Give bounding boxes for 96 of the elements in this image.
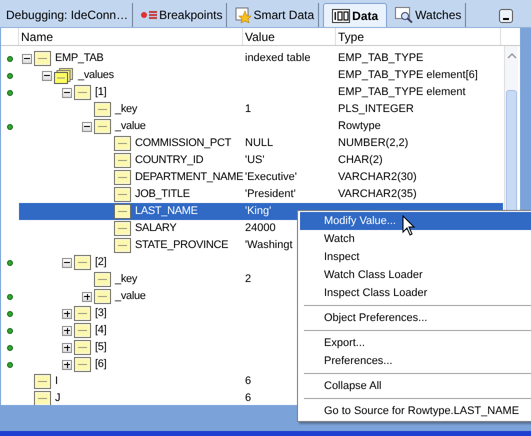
node-name[interactable]: _key — [115, 101, 138, 118]
node-type: EMP_TAB_TYPE — [338, 52, 424, 64]
panel-tab[interactable]: Watches — [391, 3, 466, 27]
node-name[interactable]: DEPARTMENT_NAME — [135, 169, 244, 186]
menu-item[interactable]: Go to Source for Rowtype.LAST_NAME — [300, 402, 531, 420]
node-type: VARCHAR2(35) — [338, 188, 417, 200]
field-icon — [34, 374, 51, 389]
field-icon — [114, 170, 131, 185]
node-name[interactable]: [2] — [95, 254, 106, 271]
collapse-toggle[interactable] — [62, 88, 72, 98]
node-type: EMP_TAB_TYPE element — [338, 86, 466, 98]
minimize-button[interactable] — [499, 9, 513, 23]
column-header[interactable]: Name — [19, 28, 243, 45]
field-icon — [34, 51, 51, 66]
field-icon — [94, 102, 111, 117]
field-icon — [74, 306, 91, 321]
node-value: 6 — [245, 392, 252, 404]
node-name[interactable]: I — [55, 373, 58, 390]
node-name[interactable]: [5] — [95, 339, 106, 356]
field-icon — [74, 357, 91, 372]
node-name[interactable]: _values — [78, 67, 114, 84]
expand-toggle[interactable] — [62, 360, 72, 370]
node-name[interactable]: _value — [115, 288, 146, 305]
expand-toggle[interactable] — [62, 326, 72, 336]
menu-item[interactable]: Preferences... — [300, 352, 531, 370]
menu-item[interactable]: Watch — [300, 230, 531, 248]
field-icon — [114, 238, 131, 253]
menu-item[interactable]: Inspect Class Loader — [300, 284, 531, 302]
magnifier-icon — [395, 7, 414, 23]
expand-toggle[interactable] — [62, 342, 72, 352]
node-name[interactable]: LAST_NAME — [135, 203, 198, 220]
menu-item[interactable]: Inspect — [300, 248, 531, 266]
node-type: EMP_TAB_TYPE element[6] — [338, 69, 478, 82]
field-icon — [74, 340, 91, 355]
field-icon — [94, 119, 111, 134]
node-name[interactable]: COUNTRY_ID — [135, 152, 204, 169]
field-icon — [114, 204, 131, 219]
node-value: indexed table — [245, 52, 310, 64]
node-name[interactable]: [4] — [95, 322, 106, 339]
field-icon — [74, 85, 91, 100]
panel-tab[interactable]: Data — [323, 3, 388, 27]
menu-item[interactable]: Object Preferences... — [300, 309, 531, 327]
panel-tab[interactable]: Breakpoints — [137, 3, 228, 27]
node-name[interactable]: COMMISSION_PCT — [135, 135, 232, 152]
node-value: 'US' — [245, 154, 264, 166]
field-icon — [114, 187, 131, 202]
mouse-pointer-icon — [402, 215, 416, 237]
number-box-icon — [332, 8, 350, 22]
node-value: 'King' — [245, 205, 272, 218]
field-icon — [114, 221, 131, 236]
node-value: 'Executive' — [245, 171, 297, 184]
node-value: 'Washingt — [245, 239, 293, 252]
menu-item[interactable]: Watch Class Loader — [300, 266, 531, 284]
node-type: NUMBER(2,2) — [338, 137, 408, 150]
panel-tab[interactable]: Debugging: IdeConn… — [2, 3, 134, 27]
collapse-toggle[interactable] — [82, 122, 92, 132]
field-icon — [114, 136, 131, 151]
scroll-up-icon — [506, 52, 518, 60]
node-name[interactable]: [3] — [95, 305, 106, 322]
column-header[interactable]: Value — [243, 28, 336, 45]
menu-item[interactable]: Modify Value... — [300, 212, 531, 230]
node-name[interactable]: JOB_TITLE — [135, 186, 190, 203]
node-name[interactable]: [1] — [95, 84, 106, 101]
field-icon — [114, 153, 131, 168]
panel-tab[interactable]: Smart Data — [231, 3, 320, 27]
node-type: CHAR(2) — [338, 154, 383, 166]
expand-toggle[interactable] — [82, 292, 92, 302]
node-name[interactable]: SALARY — [135, 220, 176, 237]
column-header[interactable]: Type — [336, 28, 501, 45]
stacked-boxes-icon — [54, 68, 74, 84]
node-name[interactable]: _key — [115, 271, 138, 288]
breakpoints-icon — [141, 10, 158, 20]
menu-item[interactable]: Collapse All — [300, 377, 531, 395]
node-name[interactable]: J — [55, 390, 60, 405]
field-icon — [74, 323, 91, 338]
field-icon — [94, 289, 111, 304]
node-value: 'President' — [245, 188, 296, 200]
node-value: 24000 — [245, 222, 276, 234]
node-name[interactable]: [6] — [95, 356, 106, 373]
field-icon — [74, 255, 91, 270]
node-type: VARCHAR2(30) — [338, 171, 417, 184]
node-name[interactable]: EMP_TAB — [55, 50, 104, 67]
node-value: 2 — [245, 273, 252, 286]
node-name[interactable]: _value — [115, 118, 146, 135]
expand-toggle[interactable] — [62, 308, 72, 318]
node-type: PLS_INTEGER — [338, 103, 414, 116]
field-icon — [94, 272, 111, 287]
collapse-toggle[interactable] — [22, 54, 32, 64]
node-value: NULL — [245, 137, 274, 150]
collapse-toggle[interactable] — [42, 70, 52, 80]
menu-item[interactable]: Export... — [300, 334, 531, 352]
node-type: Rowtype — [338, 120, 381, 132]
node-value: 1 — [245, 103, 252, 116]
node-value: 6 — [245, 375, 252, 388]
node-name[interactable]: STATE_PROVINCE — [135, 237, 228, 254]
collapse-toggle[interactable] — [62, 258, 72, 268]
